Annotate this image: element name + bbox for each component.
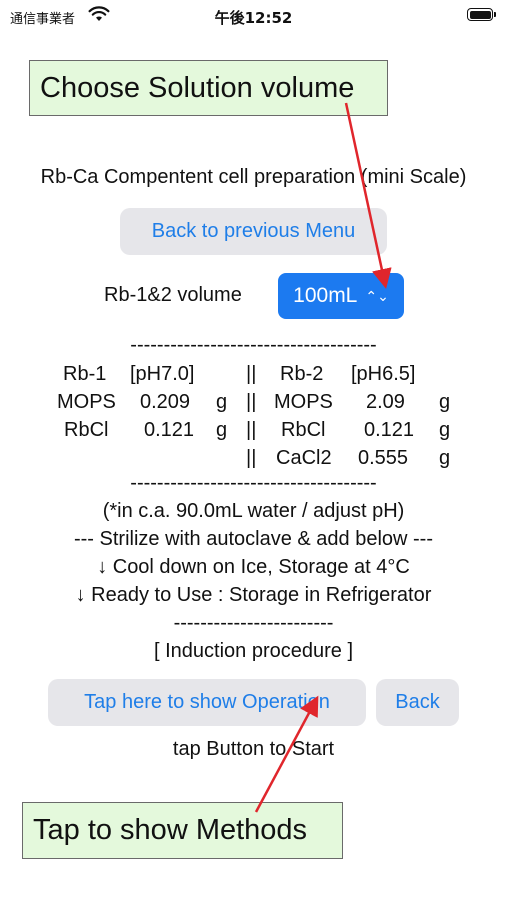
arrow-to-operation-button <box>254 695 319 813</box>
arrow-to-volume-select <box>344 102 392 289</box>
annotation-arrows <box>254 102 392 813</box>
